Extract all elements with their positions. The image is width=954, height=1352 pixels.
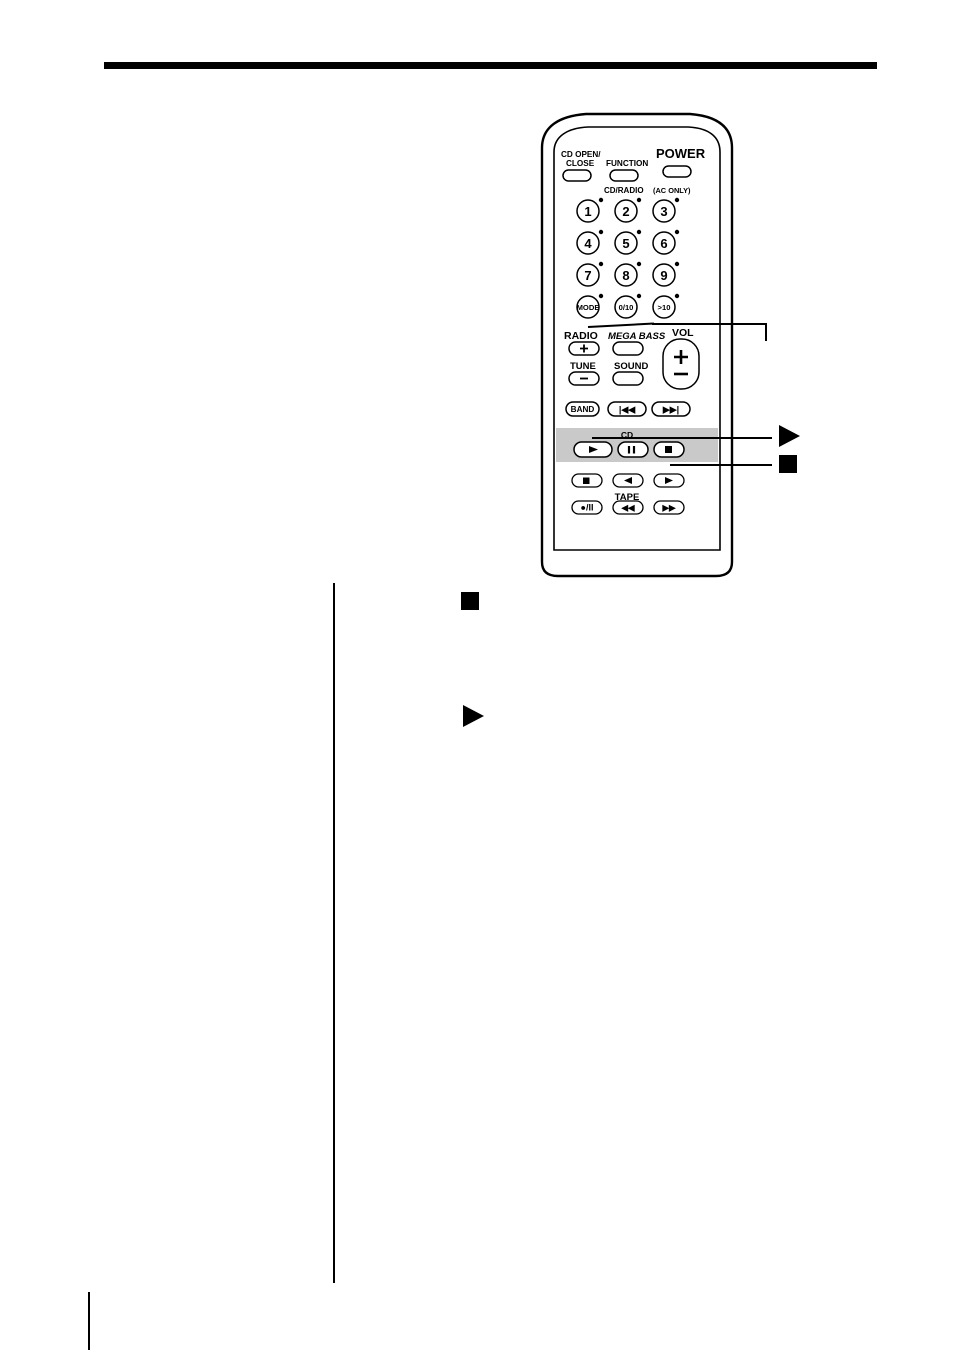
leader-line-mode-drop — [765, 323, 767, 341]
svg-text:▶▶|: ▶▶| — [662, 405, 679, 415]
stop-symbol-step — [461, 592, 479, 610]
play-symbol-callout — [779, 425, 800, 447]
svg-text:SOUND: SOUND — [614, 361, 648, 372]
svg-text:MODE: MODE — [577, 303, 600, 312]
svg-text:CLOSE: CLOSE — [566, 159, 595, 168]
svg-text:POWER: POWER — [656, 146, 706, 161]
svg-text:|◀◀: |◀◀ — [619, 405, 636, 415]
stop-symbol-callout — [779, 455, 797, 473]
svg-text:▶▶: ▶▶ — [661, 503, 677, 513]
svg-text:7: 7 — [584, 268, 591, 283]
svg-text:2: 2 — [622, 204, 629, 219]
svg-text:●/II: ●/II — [581, 503, 594, 513]
leader-line-stop — [670, 464, 772, 466]
leader-line-mode — [652, 323, 767, 325]
body-vertical-rule — [333, 583, 335, 1283]
footer-rule — [88, 1292, 90, 1350]
play-symbol-step — [463, 705, 484, 727]
svg-text:0/10: 0/10 — [619, 303, 634, 312]
svg-text:TUNE: TUNE — [570, 361, 596, 372]
header-rule — [104, 62, 877, 69]
leader-line-play — [592, 437, 772, 439]
svg-text:MEGA BASS: MEGA BASS — [608, 331, 666, 342]
svg-text:(AC ONLY): (AC ONLY) — [653, 186, 691, 195]
svg-text:3: 3 — [660, 204, 667, 219]
svg-text:6: 6 — [660, 236, 667, 251]
svg-text:5: 5 — [622, 236, 629, 251]
svg-text:BAND: BAND — [571, 405, 595, 414]
svg-text:FUNCTION: FUNCTION — [606, 159, 648, 168]
remote-control-figure: .rbody { fill:#ffffff; stroke:#000; stro… — [520, 110, 750, 580]
svg-text:◀◀: ◀◀ — [620, 503, 636, 513]
svg-text:8: 8 — [622, 268, 629, 283]
svg-text:4: 4 — [584, 236, 592, 251]
svg-text:9: 9 — [660, 268, 667, 283]
svg-text:RADIO: RADIO — [564, 330, 598, 342]
svg-text:1: 1 — [584, 204, 591, 219]
svg-text:>10: >10 — [658, 303, 671, 312]
svg-text:VOL: VOL — [672, 327, 694, 339]
svg-text:CD/RADIO: CD/RADIO — [604, 186, 644, 195]
svg-text:CD OPEN/: CD OPEN/ — [561, 150, 601, 159]
